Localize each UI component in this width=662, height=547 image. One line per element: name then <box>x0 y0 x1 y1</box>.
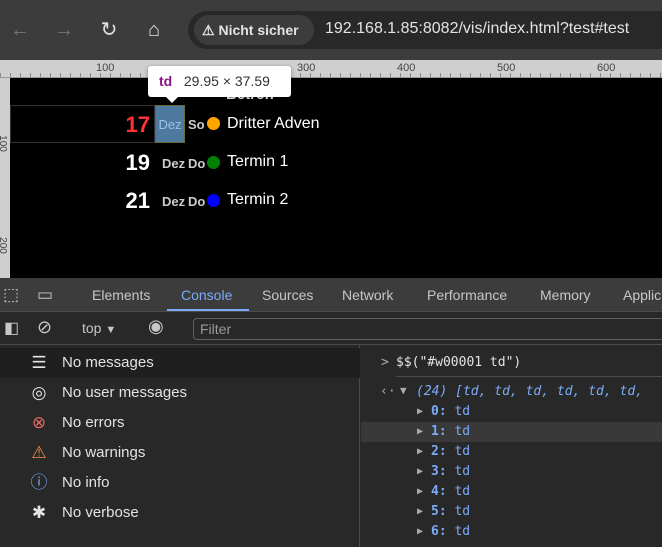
context-select[interactable]: top ▼ <box>82 320 116 336</box>
array-item-row[interactable]: ▶ 4: td <box>361 482 662 502</box>
expand-triangle-icon[interactable]: ▶ <box>417 462 423 482</box>
weekday: Do <box>188 194 206 209</box>
expand-triangle-icon[interactable]: ▶ <box>417 422 423 442</box>
bug-icon: ✱ <box>31 503 47 522</box>
array-item-row[interactable]: ▶ 6: td <box>361 522 662 542</box>
ruler-tick: 600 <box>597 62 616 74</box>
array-index: 5: <box>431 504 447 519</box>
array-item-row[interactable]: ▶ 1: td <box>361 422 662 442</box>
day-number: 19 <box>125 150 150 175</box>
array-value[interactable]: td <box>454 524 470 539</box>
event-color-dot <box>207 117 220 130</box>
sidebar-toggle-icon[interactable]: ◧ <box>4 318 19 338</box>
ruler-tick: 100 <box>96 62 115 74</box>
reload-button[interactable]: ↻ <box>97 18 121 42</box>
expand-triangle-icon[interactable]: ▶ <box>417 522 423 542</box>
event-color-dot <box>207 156 220 169</box>
tab-application[interactable]: Applic <box>623 278 661 312</box>
month: Dez <box>162 156 186 171</box>
result-arrow-icon: ‹· <box>380 384 396 399</box>
event-title: Dritter Advent <box>227 115 319 132</box>
event-color-dot <box>207 194 220 207</box>
tooltip-arrow <box>165 96 179 103</box>
array-item-row[interactable]: ▶ 2: td <box>361 442 662 462</box>
tab-console[interactable]: Console <box>181 278 232 312</box>
sidebar-item-messages[interactable]: ☰ No messages <box>0 348 360 378</box>
clear-console-icon[interactable]: ⊘ <box>37 317 52 338</box>
prompt-chevron-icon: > <box>381 355 389 370</box>
list-icon: ☰ <box>31 353 47 372</box>
sidebar-item-warnings[interactable]: ⚠ No warnings <box>0 438 360 468</box>
expand-triangle-icon[interactable]: ▶ <box>417 502 423 522</box>
array-value[interactable]: td <box>454 424 470 439</box>
warning-icon: ⚠ <box>202 22 219 38</box>
info-icon: ⓘ <box>30 473 48 492</box>
month: Dez <box>162 194 186 209</box>
array-item-row[interactable]: ▶ 5: td <box>361 502 662 522</box>
expand-triangle-icon[interactable]: ▶ <box>417 402 423 422</box>
home-button[interactable]: ⌂ <box>142 18 166 42</box>
user-icon: ◎ <box>31 383 47 402</box>
warning-icon: ⚠ <box>31 443 47 462</box>
console-input-entry[interactable]: $$("#w00001 td") <box>396 355 521 370</box>
security-chip[interactable]: ⚠ Nicht sicher <box>194 15 314 45</box>
ruler-tick: 100 <box>0 135 8 152</box>
highlighted-month-cell[interactable]: Dez <box>155 105 185 143</box>
divider <box>396 376 662 377</box>
tab-performance[interactable]: Performance <box>427 278 507 312</box>
expand-triangle-icon[interactable]: ▼ <box>400 384 407 397</box>
array-index: 4: <box>431 484 447 499</box>
inspect-tooltip: td 29.95 × 37.59 <box>148 66 291 97</box>
event-title: Termin 2 <box>227 191 289 208</box>
url-text[interactable]: 192.168.1.85:8082/vis/index.html?test#te… <box>325 20 629 38</box>
result-summary[interactable]: (24) [td, td, td, td, td, td, <box>416 384 643 399</box>
day-number: 17 <box>125 112 150 137</box>
array-value[interactable]: td <box>454 484 470 499</box>
error-icon: ⊗ <box>31 413 47 432</box>
tab-network[interactable]: Network <box>342 278 393 312</box>
array-index: 2: <box>431 444 447 459</box>
ruler-tick: 500 <box>497 62 516 74</box>
array-index: 6: <box>431 524 447 539</box>
array-index: 0: <box>431 404 447 419</box>
back-button[interactable]: ← <box>8 18 32 42</box>
ruler-tick: 200 <box>0 237 8 254</box>
sidebar-item-verbose[interactable]: ✱ No verbose <box>0 498 360 528</box>
active-tab-indicator <box>167 309 249 311</box>
array-value[interactable]: td <box>454 444 470 459</box>
sidebar-item-errors[interactable]: ⊗ No errors <box>0 408 360 438</box>
day-number: 21 <box>125 188 150 213</box>
array-index: 3: <box>431 464 447 479</box>
filter-input[interactable]: Filter <box>193 318 662 340</box>
device-toolbar-icon[interactable]: ▭ <box>37 285 53 305</box>
array-index: 1: <box>431 424 447 439</box>
weekday: Do <box>188 156 206 171</box>
array-value[interactable]: td <box>454 404 470 419</box>
tab-memory[interactable]: Memory <box>540 278 591 312</box>
inspect-element-icon[interactable]: ⬚ <box>3 285 19 305</box>
live-expression-eye-icon[interactable]: ◉ <box>148 316 164 337</box>
sidebar-item-info[interactable]: ⓘ No info <box>0 468 360 498</box>
event-title: Termin 1 <box>227 153 289 170</box>
dropdown-arrow-icon: ▼ <box>105 324 117 336</box>
tab-elements[interactable]: Elements <box>92 278 150 312</box>
tab-sources[interactable]: Sources <box>262 278 313 312</box>
array-item-row[interactable]: ▶ 3: td <box>361 462 662 482</box>
forward-button[interactable]: → <box>52 18 76 42</box>
sidebar-item-user-messages[interactable]: ◎ No user messages <box>0 378 360 408</box>
array-value[interactable]: td <box>454 504 470 519</box>
weekday: So <box>188 117 205 132</box>
array-item-row[interactable]: ▶ 0: td <box>361 402 662 422</box>
expand-triangle-icon[interactable]: ▶ <box>417 442 423 462</box>
ruler-tick: 400 <box>397 62 416 74</box>
ruler-tick: 300 <box>297 62 316 74</box>
expand-triangle-icon[interactable]: ▶ <box>417 482 423 502</box>
array-value[interactable]: td <box>454 464 470 479</box>
